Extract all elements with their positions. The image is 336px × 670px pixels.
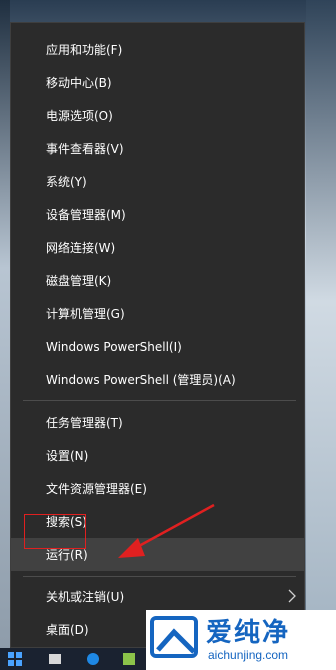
desktop-wallpaper-left (0, 0, 10, 670)
watermark-url: aichunjing.com (208, 648, 289, 662)
taskbar (0, 648, 146, 670)
menu-item-label: 桌面(D) (46, 623, 89, 637)
taskbar-app-icon[interactable] (122, 652, 136, 666)
menu-item-label: Windows PowerShell(I) (46, 339, 182, 354)
menu-item-power-options[interactable]: 电源选项(O) (11, 99, 304, 132)
menu-item-powershell-admin[interactable]: Windows PowerShell (管理员)(A) (11, 363, 304, 396)
menu-separator (23, 400, 296, 401)
menu-item-device-manager[interactable]: 设备管理器(M) (11, 198, 304, 231)
menu-item-settings[interactable]: 设置(N) (11, 439, 304, 472)
menu-item-apps-features[interactable]: 应用和功能(F) (11, 33, 304, 66)
menu-item-label: 移动中心(B) (46, 76, 112, 90)
menu-item-label: Windows PowerShell (管理员)(A) (46, 373, 236, 387)
menu-item-shutdown-signout[interactable]: 关机或注销(U) (11, 580, 304, 613)
watermark-title: 爱纯净 (206, 618, 291, 648)
site-watermark: 爱纯净 aichunjing.com (146, 610, 336, 670)
menu-separator (23, 576, 296, 577)
highlight-box (24, 514, 86, 549)
menu-item-label: 任务管理器(T) (46, 416, 123, 430)
menu-item-label: 计算机管理(G) (46, 307, 125, 321)
menu-item-file-explorer[interactable]: 文件资源管理器(E) (11, 472, 304, 505)
menu-item-label: 关机或注销(U) (46, 590, 125, 604)
menu-item-label: 文件资源管理器(E) (46, 482, 147, 496)
menu-item-label: 设置(N) (46, 449, 89, 463)
menu-item-label: 系统(Y) (46, 175, 87, 189)
menu-item-event-viewer[interactable]: 事件查看器(V) (11, 132, 304, 165)
edge-icon[interactable] (86, 652, 100, 666)
menu-item-network-connections[interactable]: 网络连接(W) (11, 231, 304, 264)
menu-item-task-manager[interactable]: 任务管理器(T) (11, 406, 304, 439)
menu-item-powershell[interactable]: Windows PowerShell(I) (11, 330, 304, 363)
taskbar-app-icon[interactable] (48, 652, 62, 666)
winx-context-menu: 应用和功能(F) 移动中心(B) 电源选项(O) 事件查看器(V) 系统(Y) … (10, 22, 305, 648)
menu-item-disk-management[interactable]: 磁盘管理(K) (11, 264, 304, 297)
menu-item-label: 网络连接(W) (46, 241, 116, 255)
watermark-logo-icon (150, 616, 198, 658)
menu-item-mobility-center[interactable]: 移动中心(B) (11, 66, 304, 99)
desktop-wallpaper-right (306, 0, 336, 670)
windows-start-icon[interactable] (8, 652, 22, 666)
menu-item-label: 应用和功能(F) (46, 43, 123, 57)
menu-item-label: 磁盘管理(K) (46, 274, 112, 288)
menu-item-label: 设备管理器(M) (46, 208, 126, 222)
chevron-right-icon (288, 589, 296, 603)
menu-item-system[interactable]: 系统(Y) (11, 165, 304, 198)
menu-item-computer-management[interactable]: 计算机管理(G) (11, 297, 304, 330)
menu-item-label: 事件查看器(V) (46, 142, 124, 156)
menu-item-label: 电源选项(O) (46, 109, 113, 123)
